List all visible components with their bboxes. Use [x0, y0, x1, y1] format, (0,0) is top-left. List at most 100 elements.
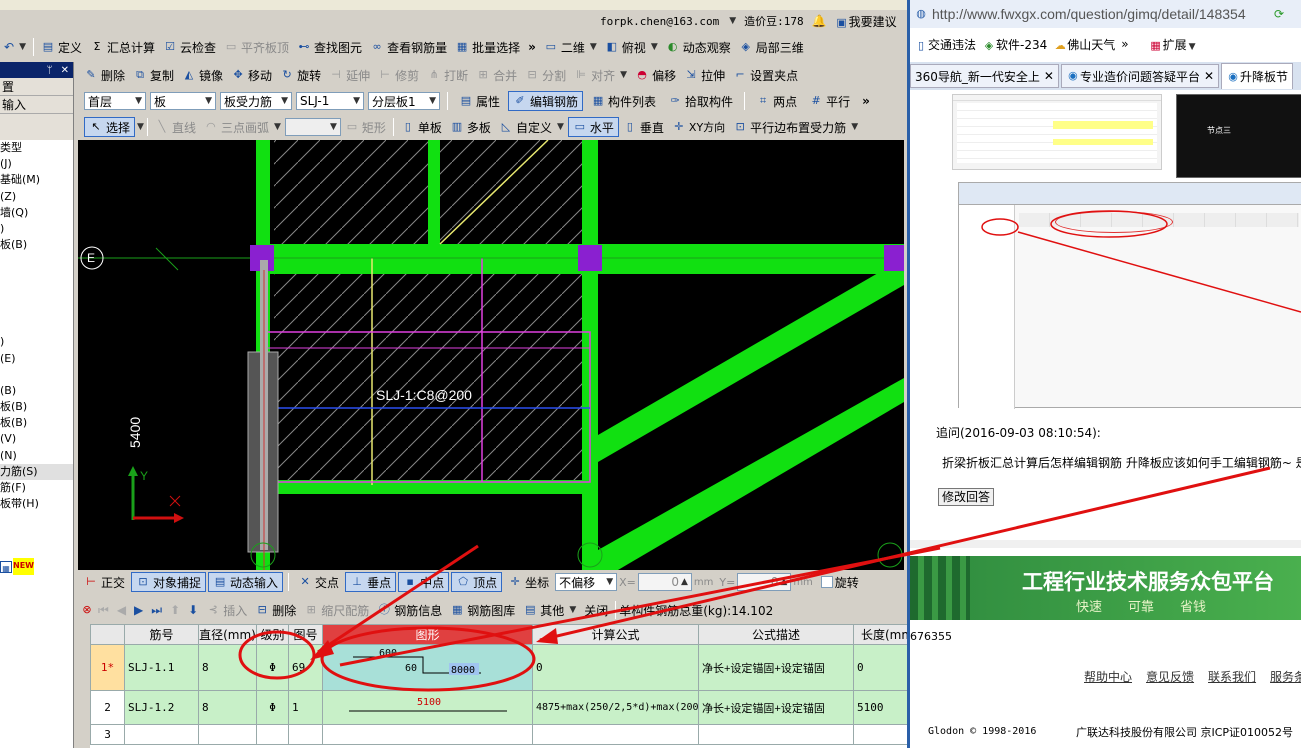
undo-button[interactable]: ↶ ▼: [0, 37, 30, 57]
cloud-check-button[interactable]: ☑ 云检查: [159, 37, 220, 57]
cell-formula[interactable]: 4875+max(250/2,5*d)+max(200/2,5*d): [532, 690, 699, 725]
tree-item-selected[interactable]: 力筋(S): [0, 463, 73, 481]
url-field[interactable]: http://www.fwxgx.com/question/gimq/detai…: [932, 6, 1270, 22]
line-button[interactable]: ╲ 直线: [151, 117, 200, 137]
refresh-icon[interactable]: ⟳: [1274, 7, 1284, 21]
view-rebar-button[interactable]: ∞ 查看钢筋量: [366, 37, 451, 57]
tree-item[interactable]: 板(B): [0, 415, 73, 431]
cell-length[interactable]: 5100: [853, 690, 907, 725]
pin-icon[interactable]: ᛘ: [47, 65, 53, 76]
tab[interactable]: 360导航_新一代安全上 ✕: [910, 64, 1059, 88]
name-select[interactable]: SLJ-1 ▼: [296, 92, 364, 110]
tree-item[interactable]: 板带(H): [0, 496, 73, 512]
col-header[interactable]: 直径(mm): [198, 624, 257, 645]
new-badge[interactable]: ▦ NEW: [0, 558, 73, 575]
footer-link[interactable]: 服务条: [1270, 668, 1301, 685]
type-select[interactable]: 板受力筋 ▼: [220, 92, 292, 110]
rebar-info-button[interactable]: ⓘ 钢筋信息: [373, 600, 446, 620]
move-up-button[interactable]: ⬆: [166, 600, 184, 620]
tree-item[interactable]: (V): [0, 431, 73, 447]
align-button[interactable]: ⊫ 对齐 ▼: [570, 65, 631, 85]
dynamic-input-toggle[interactable]: ▤ 动态输入: [208, 572, 284, 592]
col-header-shape[interactable]: 图形: [322, 624, 533, 645]
category-select[interactable]: 板 ▼: [150, 92, 216, 110]
move-button[interactable]: ✥ 移动: [227, 65, 276, 85]
footer-link[interactable]: 意见反馈: [1146, 668, 1194, 685]
cad-canvas[interactable]: Y E 5400 SLJ-1:C8@200: [78, 140, 904, 570]
cell-name[interactable]: SLJ-1.1: [124, 644, 199, 691]
y-input[interactable]: 0 ▲: [737, 573, 792, 591]
table-row[interactable]: 2 SLJ-1.2 8 Φ 1 5100 4875+max(250/2,5*d)…: [90, 690, 907, 725]
horizontal-button[interactable]: ▭ 水平: [567, 117, 619, 137]
tree-item[interactable]: ): [0, 334, 73, 350]
offset-mode-select[interactable]: 不偏移 ▼: [555, 573, 618, 591]
cell-desc[interactable]: 净长+设定锚固+设定锚固: [698, 644, 854, 691]
cell-diameter[interactable]: 8: [198, 690, 257, 725]
modify-answer-button[interactable]: 修改回答: [938, 488, 995, 506]
select-button[interactable]: ↖ 选择: [84, 117, 136, 137]
prev-button[interactable]: ◀: [113, 600, 130, 620]
merge-button[interactable]: ⊞ 合并: [472, 65, 521, 85]
delete-row-button[interactable]: ⊟ 删除: [251, 600, 300, 620]
floor-select[interactable]: 首层 ▼: [84, 92, 146, 110]
single-slab-button[interactable]: ▯ 单板: [397, 117, 446, 137]
vertex-snap[interactable]: ⬠ 顶点: [451, 572, 503, 592]
dynamic-view-button[interactable]: ◐ 动态观察: [662, 37, 735, 57]
rect-button[interactable]: ▭ 矩形: [341, 117, 390, 137]
insert-button[interactable]: ⊰ 插入: [202, 600, 251, 620]
mirror-button[interactable]: ◭ 镜像: [178, 65, 227, 85]
parallel-edge-button[interactable]: ⊡ 平行边布置受力筋 ▼: [729, 117, 862, 137]
last-button[interactable]: ⏭: [147, 600, 166, 620]
cell-shape[interactable]: 600 60 8000: [322, 644, 533, 691]
tree-item[interactable]: (N): [0, 448, 73, 464]
col-header[interactable]: 图号: [288, 624, 323, 645]
multi-slab-button[interactable]: ▥ 多板: [446, 117, 495, 137]
parallel-button[interactable]: # 平行: [805, 91, 854, 111]
footer-link[interactable]: 帮助中心: [1084, 668, 1132, 685]
tab-close-icon[interactable]: ✕: [1204, 69, 1214, 83]
tree-item[interactable]: ): [0, 221, 73, 237]
component-list-button[interactable]: ▦ 构件列表: [587, 91, 660, 111]
tree-item[interactable]: 筋(F): [0, 480, 73, 496]
rotate-checkbox[interactable]: [820, 576, 833, 588]
rebar-library-button[interactable]: ▦ 钢筋图库: [446, 600, 519, 620]
table-row[interactable]: 1* SLJ-1.1 8 Φ 69 600 60 8000 0 净长+设定锚固+…: [90, 644, 907, 691]
find-element-button[interactable]: ⊷ 查找图元: [293, 37, 366, 57]
extensions-button[interactable]: ▦ 扩展 ▼: [1149, 36, 1195, 53]
object-snap-toggle[interactable]: ⊡ 对象捕捉: [131, 572, 207, 592]
coordinate-snap[interactable]: ✛ 坐标: [504, 572, 553, 592]
midpoint-snap[interactable]: ▪ 中点: [398, 572, 450, 592]
x-input[interactable]: 0 ▲: [637, 573, 692, 591]
properties-button[interactable]: ▤ 属性: [455, 91, 504, 111]
arc-button[interactable]: ◠ 三点画弧 ▼: [200, 117, 285, 137]
tab[interactable]: ◉ 专业造价问题答疑平台 ✕: [1060, 64, 1220, 88]
bookmark-item[interactable]: ▯ 交通违法: [914, 36, 976, 53]
footer-link[interactable]: 联系我们: [1208, 668, 1256, 685]
edit-rebar-button[interactable]: ✐ 编辑钢筋: [508, 91, 584, 111]
cell-name[interactable]: SLJ-1.2: [124, 690, 199, 725]
xy-direction-button[interactable]: ✛ XY方向: [668, 117, 729, 137]
split-button[interactable]: ⊟ 分割: [521, 65, 570, 85]
cell-desc[interactable]: 净长+设定锚固+设定锚固: [698, 690, 854, 725]
left-panel-tab2[interactable]: 输入: [0, 96, 73, 114]
stretch-button[interactable]: ⇲ 拉伸: [680, 65, 729, 85]
layer-select[interactable]: 分层板1 ▼: [368, 92, 440, 110]
tree-item[interactable]: 类型: [0, 140, 73, 156]
2d-button[interactable]: ▭ 二维 ▼: [540, 37, 601, 57]
cell-grade[interactable]: Φ: [256, 644, 289, 691]
close-icon[interactable]: ✕: [61, 65, 69, 76]
offset-button[interactable]: ◓ 偏移: [631, 65, 680, 85]
intersection-snap[interactable]: ✕ 交点: [294, 572, 343, 592]
cell-figure[interactable]: 1: [288, 690, 323, 725]
batch-select-button[interactable]: ▦ 批量选择: [451, 37, 524, 57]
cell-figure[interactable]: 69: [288, 644, 323, 691]
more-bookmarks-icon[interactable]: »: [1121, 37, 1128, 51]
tree-item[interactable]: 板(B): [0, 237, 73, 253]
top-view-button[interactable]: ◧ 俯视 ▼: [601, 37, 662, 57]
bookmark-item[interactable]: ☁ 佛山天气: [1053, 36, 1116, 53]
tab-active[interactable]: ◉ 升降板节: [1221, 63, 1294, 89]
define-button[interactable]: ▤ 定义: [37, 37, 86, 57]
delete-button[interactable]: ✎ 删除: [80, 65, 129, 85]
rotate-button[interactable]: ↻ 旋转: [276, 65, 325, 85]
tab-close-icon[interactable]: ✕: [1044, 69, 1054, 83]
